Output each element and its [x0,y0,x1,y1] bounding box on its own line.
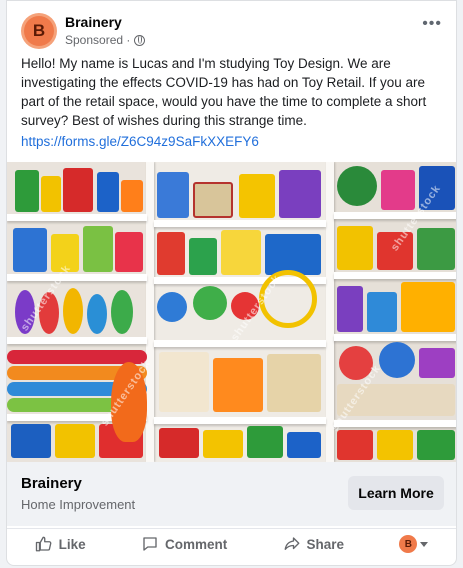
like-label: Like [58,536,86,552]
toy-box [401,282,455,332]
action-bar: Like Comment Share B [7,528,456,559]
thumbs-up-icon [35,536,52,552]
page-avatar[interactable]: B [21,13,57,49]
toy-ball [193,286,227,320]
footer-page-name[interactable]: Brainery [21,475,82,492]
toy-block [157,172,189,218]
comment-icon [143,537,157,551]
toy-watermelon [337,166,377,206]
toy-stack [115,232,143,272]
globe-icon [134,34,146,46]
toy-figure [87,294,107,334]
toy-block [97,172,119,212]
toy-block [189,238,217,275]
shelf-board [154,220,326,227]
toy-block [121,180,143,212]
toy-block [337,430,373,460]
toy-block [157,232,185,275]
shelf-board [334,272,456,279]
toy-drawer [11,424,51,458]
avatar-letter: B [24,16,54,46]
toy-block [247,426,283,458]
bead-maze [193,182,233,218]
toy-block [377,430,413,460]
toy-box [213,358,263,412]
more-options-button[interactable]: ••• [422,15,442,33]
shelf-post [146,162,154,462]
toy-stack [13,228,47,272]
shelf-board [334,420,456,427]
comment-button[interactable]: Comment [141,535,227,553]
shelf-board [7,274,147,281]
comment-label: Comment [164,536,228,552]
post-image-toy-shelves[interactable]: shutterstock shutterstock shutterstock s… [7,162,456,462]
learn-more-button[interactable]: Learn More [348,476,444,510]
toy-block [159,428,199,458]
caret-down-icon [420,541,429,547]
toy-shape-sorter [267,354,321,412]
shelf-board [334,334,456,341]
toy-figure [111,290,133,334]
toy-block [203,430,243,458]
sponsored-post-card: B Brainery Sponsored · ••• Hello! My nam… [6,0,457,566]
footer-category: Home Improvement [21,497,136,512]
page-name-link[interactable]: Brainery [65,14,122,30]
toy-box [239,174,275,218]
toy-box [279,170,321,218]
share-label: Share [306,536,345,552]
shelf-board [7,214,147,221]
toy-block [15,170,39,212]
survey-link[interactable]: https://forms.gle/Z6C94z9SaFkXXEFY6 [21,134,259,149]
post-header: B Brainery Sponsored · ••• [7,1,456,51]
sponsored-label-row: Sponsored · [65,33,146,47]
ad-footer[interactable]: Brainery Home Improvement Learn More [7,462,456,526]
toy-block [417,430,455,460]
toy-ball [157,292,187,322]
shelf-post [326,162,334,462]
shelf-board [7,337,147,344]
toy-block [63,168,93,212]
shelf-board [154,417,326,424]
audience-selector[interactable]: B [399,535,429,553]
toy-block [417,228,455,270]
toy-box [265,234,321,275]
toy-ball [379,342,415,378]
share-button[interactable]: Share [283,535,345,553]
toy-xylophone [419,348,455,378]
toy-box [367,292,397,332]
toy-box [381,170,415,210]
toy-block [41,176,61,212]
toy-activity-center [159,352,209,412]
toy-drawer [55,424,95,458]
shelf-board [334,212,456,219]
post-body-text: Hello! My name is Lucas and I'm studying… [21,56,427,128]
toy-block [337,226,373,270]
toy-abacus [221,230,261,275]
like-button[interactable]: Like [35,535,86,553]
toy-stack [83,226,113,272]
mini-avatar: B [399,535,418,553]
toy-figure [63,288,83,334]
share-icon [284,537,299,550]
toy-block [287,432,321,458]
toy-stacker [337,286,363,332]
sponsored-label[interactable]: Sponsored · [65,33,130,47]
